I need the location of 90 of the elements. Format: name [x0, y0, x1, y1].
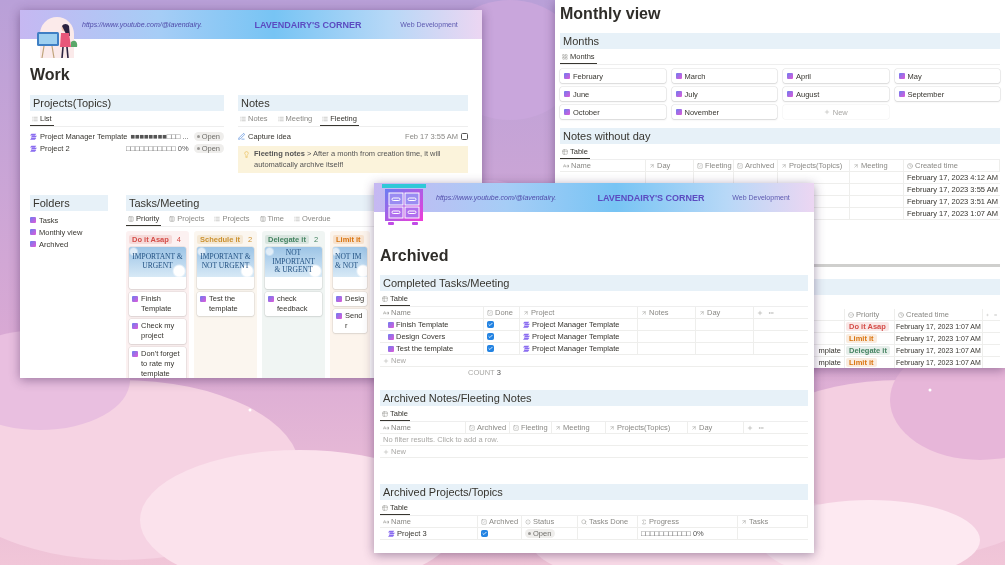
list-icon — [240, 115, 246, 122]
board-icon — [169, 215, 176, 222]
add-icon[interactable] — [747, 424, 753, 431]
page-icon — [787, 73, 793, 79]
checkbox-icon — [469, 424, 475, 431]
status-icon — [525, 518, 531, 525]
arrow-icon — [523, 309, 529, 316]
table-icon — [382, 295, 388, 302]
page-icon — [787, 91, 793, 97]
checkbox-icon — [697, 162, 703, 169]
section-heading: Notes without day — [560, 128, 1000, 144]
arrow-icon — [609, 424, 615, 431]
page-icon — [898, 73, 905, 79]
page-title: Monthly view — [560, 4, 662, 23]
text-type-icon — [383, 424, 389, 431]
page-icon — [336, 296, 342, 302]
page-icon — [675, 109, 682, 115]
page-icon — [564, 91, 570, 97]
page-title: Work — [30, 65, 71, 84]
checkbox[interactable] — [487, 345, 494, 352]
page-icon — [564, 73, 570, 79]
page-icon — [675, 91, 682, 97]
arrow-icon — [853, 162, 859, 169]
section-heading: Archived Notes/Fleeting Notes — [380, 390, 808, 406]
lightbulb-icon — [243, 151, 250, 158]
section-heading: Months — [560, 33, 1000, 49]
table-icon — [562, 148, 568, 155]
more-icon[interactable] — [768, 309, 774, 316]
checkbox[interactable] — [487, 321, 494, 328]
arrow-icon — [691, 424, 697, 431]
page-icon — [132, 350, 138, 357]
brand-title: LAVENDAIRY'S CORNER — [253, 19, 363, 30]
pen-icon — [238, 132, 245, 140]
list-icon — [277, 115, 284, 122]
page-icon — [132, 323, 138, 330]
checkbox[interactable] — [461, 132, 468, 140]
stripes-icon — [388, 530, 395, 537]
checkbox-icon — [487, 309, 493, 316]
checkbox-icon — [737, 162, 743, 169]
table-icon — [382, 504, 388, 511]
page-icon — [564, 109, 570, 115]
sigma-icon — [641, 518, 647, 525]
clock-icon — [907, 162, 913, 169]
page-icon — [200, 296, 206, 302]
dropdown-icon — [848, 311, 854, 318]
stripes-icon — [30, 144, 37, 152]
checkbox[interactable] — [481, 530, 488, 537]
board-icon — [259, 215, 266, 222]
text-type-icon — [383, 518, 389, 525]
clock-icon — [898, 311, 904, 318]
table-icon — [382, 410, 388, 417]
stripes-icon — [30, 132, 37, 140]
section-heading: Notes — [238, 95, 468, 111]
checkbox-icon — [481, 518, 487, 525]
text-type-icon — [563, 162, 569, 169]
arrow-icon — [781, 162, 787, 169]
arrow-icon — [699, 309, 705, 316]
stripes-icon — [523, 333, 530, 340]
section-heading: Projects(Topics) — [30, 95, 224, 111]
arrow-icon — [741, 518, 747, 525]
add-icon[interactable] — [757, 309, 763, 316]
stripes-icon — [523, 345, 530, 352]
stripes-icon — [523, 321, 530, 328]
add-icon — [823, 109, 830, 115]
arrow-icon — [641, 309, 647, 316]
grid-icon — [562, 53, 568, 60]
list-icon — [214, 215, 221, 222]
page-title: Archived — [380, 246, 450, 265]
arrow-icon — [649, 162, 655, 169]
page-icon — [268, 296, 274, 302]
add-icon[interactable] — [383, 448, 389, 455]
checkbox[interactable] — [487, 333, 494, 340]
text-type-icon — [383, 309, 389, 316]
search-icon — [581, 518, 587, 525]
add-icon[interactable] — [383, 357, 389, 364]
board-icon — [128, 215, 134, 222]
list-icon — [293, 215, 300, 222]
page-icon — [675, 73, 682, 79]
more-icon[interactable] — [758, 424, 764, 431]
checkbox-icon — [513, 424, 519, 431]
list-icon — [322, 115, 329, 122]
arrow-icon — [555, 424, 561, 431]
section-heading: Completed Tasks/Meeting — [380, 275, 808, 291]
page-icon — [336, 313, 342, 320]
section-heading: Archived Projects/Topics — [380, 484, 808, 500]
page-icon — [898, 91, 905, 97]
brand-title: LAVENDAIRY'S CORNER — [596, 192, 706, 203]
page-icon — [132, 296, 138, 302]
list-icon — [32, 115, 38, 122]
section-heading: Folders — [30, 195, 108, 211]
